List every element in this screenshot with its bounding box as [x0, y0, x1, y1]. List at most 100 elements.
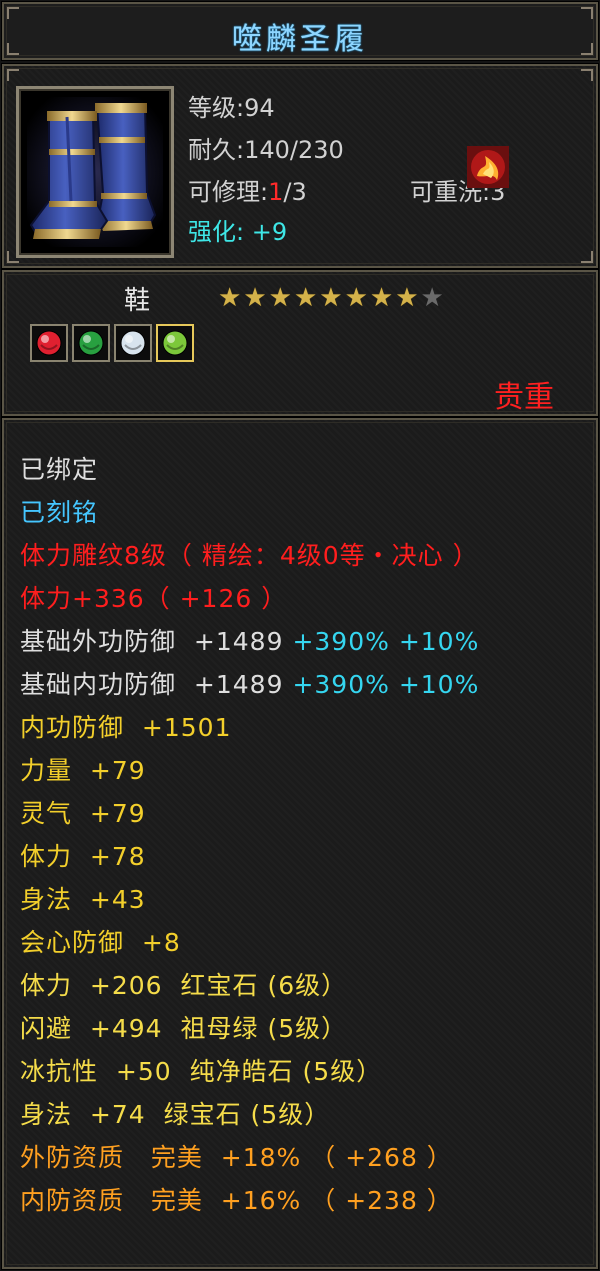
yellow-stat: 体力 +78 — [20, 835, 479, 878]
repair-label: 可修理: — [188, 178, 269, 206]
star-filled-icon: ★ — [319, 283, 343, 313]
level-label: 等级: — [188, 94, 245, 122]
attr-label: 闪避 — [20, 1014, 73, 1043]
attr-value: +78 — [89, 842, 146, 871]
corner-ornament — [581, 69, 593, 81]
attr-value: +8 — [141, 928, 181, 957]
gem-name: 红宝石 (6级） — [180, 971, 348, 1000]
fire-phoenix-icon — [467, 146, 509, 192]
quality-stat: 外防资质 完美 +18% （ +268 ） — [20, 1136, 479, 1179]
attr-label: 基础内功防御 — [20, 670, 177, 699]
attr-value: +79 — [89, 799, 146, 828]
durability-label: 耐久: — [188, 136, 245, 164]
gem-stat: 身法 +74 绿宝石 (5级） — [20, 1093, 479, 1136]
repair-stat: 可修理:1/3 — [188, 172, 307, 207]
attr-value: +74 — [89, 1100, 146, 1129]
attr-value: +1489 — [193, 670, 284, 699]
gem-stat: 体力 +206 红宝石 (6级） — [20, 964, 479, 1007]
yellow-stat: 身法 +43 — [20, 878, 479, 921]
attr-bonus: +10% — [398, 627, 480, 656]
yellow-stat: 灵气 +79 — [20, 792, 479, 835]
yellow-stat: 力量 +79 — [20, 749, 479, 792]
attr-label: 力量 — [20, 756, 73, 785]
attr-extra: （ +238 ） — [310, 1186, 453, 1215]
attr-value: +50 — [115, 1057, 172, 1086]
attr-value: +18% — [220, 1143, 302, 1172]
star-filled-icon: ★ — [369, 283, 394, 313]
attr-label: 身法 — [20, 885, 73, 914]
gem-stat: 闪避 +494 祖母绿 (5级） — [20, 1007, 479, 1050]
attr-label: 基础外功防御 — [20, 627, 177, 656]
attr-value: +16% — [220, 1186, 302, 1215]
yellow-stat: 会心防御 +8 — [20, 921, 479, 964]
star-filled-icon: ★ — [395, 283, 419, 313]
emerald-gem-icon[interactable] — [72, 324, 110, 362]
attr-value: +43 — [89, 885, 146, 914]
attr-extra: （ +268 ） — [310, 1143, 453, 1172]
carving-stat: 体力雕纹8级（ 精绘：4级0等・决心 ） — [20, 541, 479, 570]
attr-value: +1501 — [141, 713, 232, 742]
level-stat: 等级:94 — [188, 88, 275, 123]
star-empty-icon: ★ — [420, 283, 444, 313]
attr-label: 体力 — [20, 971, 73, 1000]
item-type-panel: 鞋 ★ ★ ★ ★ ★ ★ ★ ★ ★ 贵重 — [1, 269, 599, 417]
enhance-value: +9 — [251, 218, 288, 246]
quality-grade: 完美 — [150, 1186, 203, 1215]
level-value: 94 — [244, 94, 275, 122]
repair-max: /3 — [283, 178, 307, 206]
gem-name: 纯净皓石 (5级） — [189, 1057, 383, 1086]
repair-current: 1 — [268, 178, 284, 206]
rarity-label: 贵重 — [494, 380, 554, 415]
red-gem-icon[interactable] — [30, 324, 68, 362]
quality-grade: 完美 — [150, 1143, 203, 1172]
attributes-panel: 已绑定 已刻铭 体力雕纹8级（ 精绘：4级0等・决心 ） 体力+336（ +12… — [1, 417, 599, 1270]
attr-value: +494 — [89, 1014, 163, 1043]
attr-bonus: +10% — [398, 670, 480, 699]
stamina-main-stat: 体力+336（ +126 ） — [20, 584, 288, 613]
attr-label: 会心防御 — [20, 928, 125, 957]
title-bar: 噬麟圣履 — [1, 1, 599, 61]
attr-bonus: +390% — [292, 670, 390, 699]
outer-defense-stat: 基础外功防御 +1489 +390% +10% — [20, 620, 479, 663]
attr-label: 灵气 — [20, 799, 73, 828]
attr-label: 冰抗性 — [20, 1057, 99, 1086]
attr-label: 内功防御 — [20, 713, 125, 742]
gem-name: 祖母绿 (5级） — [180, 1014, 348, 1043]
attr-label: 体力 — [20, 842, 73, 871]
bound-status: 已绑定 — [20, 455, 99, 484]
white-gem-icon[interactable] — [114, 324, 152, 362]
item-type: 鞋 — [124, 286, 151, 316]
attr-value: +206 — [89, 971, 163, 1000]
item-name: 噬麟圣履 — [232, 22, 368, 57]
star-filled-icon: ★ — [243, 283, 267, 313]
corner-ornament — [7, 69, 19, 81]
attr-bonus: +390% — [292, 627, 390, 656]
enhance-label: 强化: — [188, 218, 245, 246]
durability-value: 140/230 — [244, 136, 344, 164]
attr-label: 身法 — [20, 1100, 73, 1129]
star-filled-icon: ★ — [293, 283, 318, 313]
green-gem-icon[interactable] — [156, 324, 194, 362]
inner-defense-stat: 基础内功防御 +1489 +390% +10% — [20, 663, 479, 706]
yellow-stat: 内功防御 +1501 — [20, 706, 479, 749]
star-filled-icon: ★ — [344, 283, 368, 313]
gem-slots — [30, 324, 194, 362]
star-filled-icon: ★ — [218, 283, 242, 313]
star-rating: ★ ★ ★ ★ ★ ★ ★ ★ ★ — [218, 285, 444, 311]
blue-boots-icon — [27, 97, 163, 247]
enhance-stat: 强化: +9 — [188, 212, 287, 247]
item-info-panel: 等级:94 耐久:140/230 可修理:1/3 可重洗:3 强化: +9 — [1, 63, 599, 269]
attr-value: +1489 — [193, 627, 284, 656]
durability-stat: 耐久:140/230 — [188, 130, 344, 165]
star-filled-icon: ★ — [268, 283, 292, 313]
gem-name: 绿宝石 (5级） — [163, 1100, 331, 1129]
corner-ornament — [581, 251, 593, 263]
engraved-status: 已刻铭 — [20, 498, 99, 527]
quality-stat: 内防资质 完美 +16% （ +238 ） — [20, 1179, 479, 1222]
attribute-list: 已绑定 已刻铭 体力雕纹8级（ 精绘：4级0等・决心 ） 体力+336（ +12… — [20, 448, 479, 1222]
attr-label: 外防资质 — [20, 1143, 125, 1172]
item-icon-frame[interactable] — [16, 86, 174, 258]
gem-stat: 冰抗性 +50 纯净皓石 (5级） — [20, 1050, 479, 1093]
attr-label: 内防资质 — [20, 1186, 125, 1215]
attr-value: +79 — [89, 756, 146, 785]
